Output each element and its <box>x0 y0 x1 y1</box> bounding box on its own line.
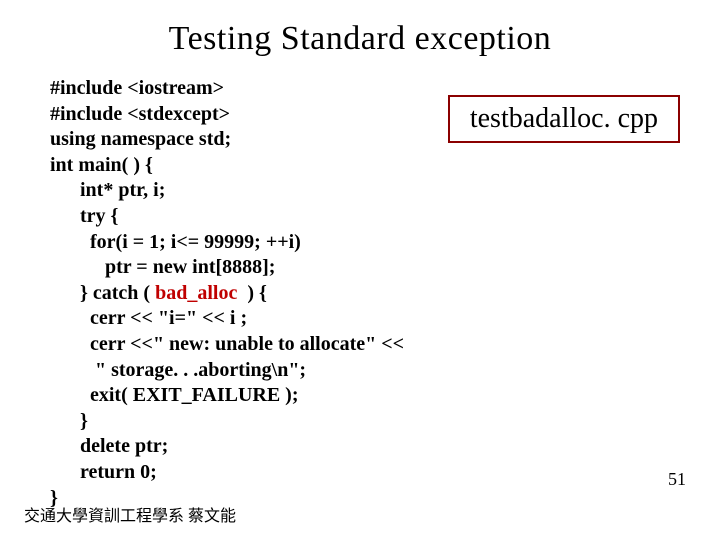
footer-text: 交通大學資訓工程學系 蔡文能 <box>24 502 236 526</box>
slide-title: Testing Standard exception <box>50 20 670 58</box>
slide: Testing Standard exception testbadalloc.… <box>0 0 720 540</box>
code-line: " storage. . .aborting\n"; <box>50 359 306 381</box>
code-line: exit( EXIT_FAILURE ); <box>50 384 299 406</box>
code-line: using namespace std; <box>50 128 231 150</box>
code-line: for(i = 1; i<= 99999; ++i) <box>50 231 301 253</box>
bad-alloc-keyword: bad_alloc <box>155 282 237 304</box>
code-line: ptr = new int[8888]; <box>50 256 275 278</box>
code-line: #include <stdexcept> <box>50 103 230 125</box>
code-line: try { <box>50 205 118 227</box>
code-line: cerr <<" new: unable to allocate" << <box>50 333 404 355</box>
code-line: int* ptr, i; <box>50 179 165 201</box>
code-line: } catch ( <box>50 282 155 304</box>
code-line: int main( ) { <box>50 154 153 176</box>
filename-box: testbadalloc. cpp <box>448 95 680 143</box>
code-line: ) { <box>237 282 267 304</box>
code-line: cerr << "i=" << i ; <box>50 307 247 329</box>
code-line: return 0; <box>50 461 157 483</box>
page-number: 51 <box>668 469 686 490</box>
code-line: #include <iostream> <box>50 77 224 99</box>
code-line: } <box>50 410 88 432</box>
code-line: delete ptr; <box>50 435 168 457</box>
